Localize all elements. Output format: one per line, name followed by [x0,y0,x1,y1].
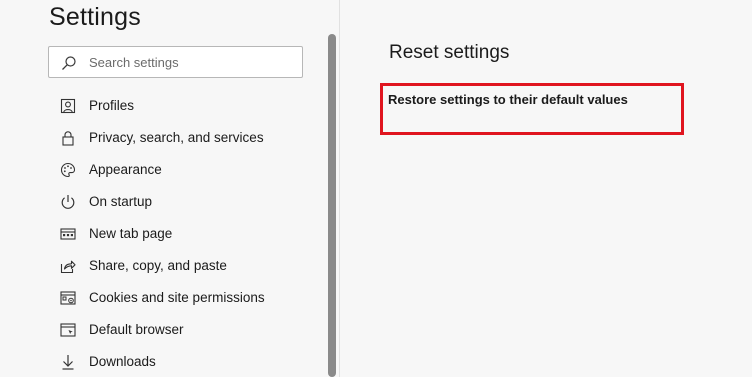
settings-sidebar: Settings Profiles [0,0,340,377]
sidebar-item-share-copy-paste[interactable]: Share, copy, and paste [0,250,320,282]
sidebar-item-label: Share, copy, and paste [89,258,227,273]
sidebar-item-label: Profiles [89,98,135,113]
profile-icon [60,98,76,114]
sidebar-item-privacy[interactable]: Privacy, search, and services [0,122,320,154]
default-browser-icon [60,322,76,338]
sidebar-item-appearance[interactable]: Appearance [0,154,320,186]
palette-icon [60,162,76,178]
new-tab-icon [60,226,76,242]
sidebar-item-cookies-permissions[interactable]: Cookies and site permissions [0,282,320,314]
sidebar-item-label: Default browser [89,322,184,337]
sidebar-title: Settings [49,3,141,31]
search-icon [61,55,77,71]
download-icon [60,354,76,370]
sidebar-item-label: Downloads [89,354,156,369]
sidebar-item-on-startup[interactable]: On startup [0,186,320,218]
sidebar-item-label: New tab page [89,226,173,241]
lock-icon [60,130,76,146]
sidebar-item-label: Privacy, search, and services [89,130,264,145]
search-box[interactable] [48,46,303,78]
page-title: Reset settings [389,42,510,63]
settings-main-panel: Reset settings Restore settings to their… [340,0,752,377]
sidebar-item-label: Appearance [89,162,162,177]
sidebar-scrollbar[interactable] [328,34,336,377]
sidebar-nav: Profiles Privacy, search, and services A… [0,90,320,377]
sidebar-item-label: On startup [89,194,153,209]
sidebar-item-new-tab-page[interactable]: New tab page [0,218,320,250]
settings-window: Settings Profiles [0,0,752,377]
share-icon [60,258,76,274]
search-input[interactable] [89,52,289,72]
highlight-annotation-box [380,83,684,135]
sidebar-item-default-browser[interactable]: Default browser [0,314,320,346]
site-permissions-icon [60,290,76,306]
restore-defaults-button[interactable]: Restore settings to their default values [388,92,628,107]
sidebar-item-profiles[interactable]: Profiles [0,90,320,122]
power-icon [60,194,76,210]
sidebar-item-label: Cookies and site permissions [89,290,265,305]
sidebar-item-downloads[interactable]: Downloads [0,346,320,377]
